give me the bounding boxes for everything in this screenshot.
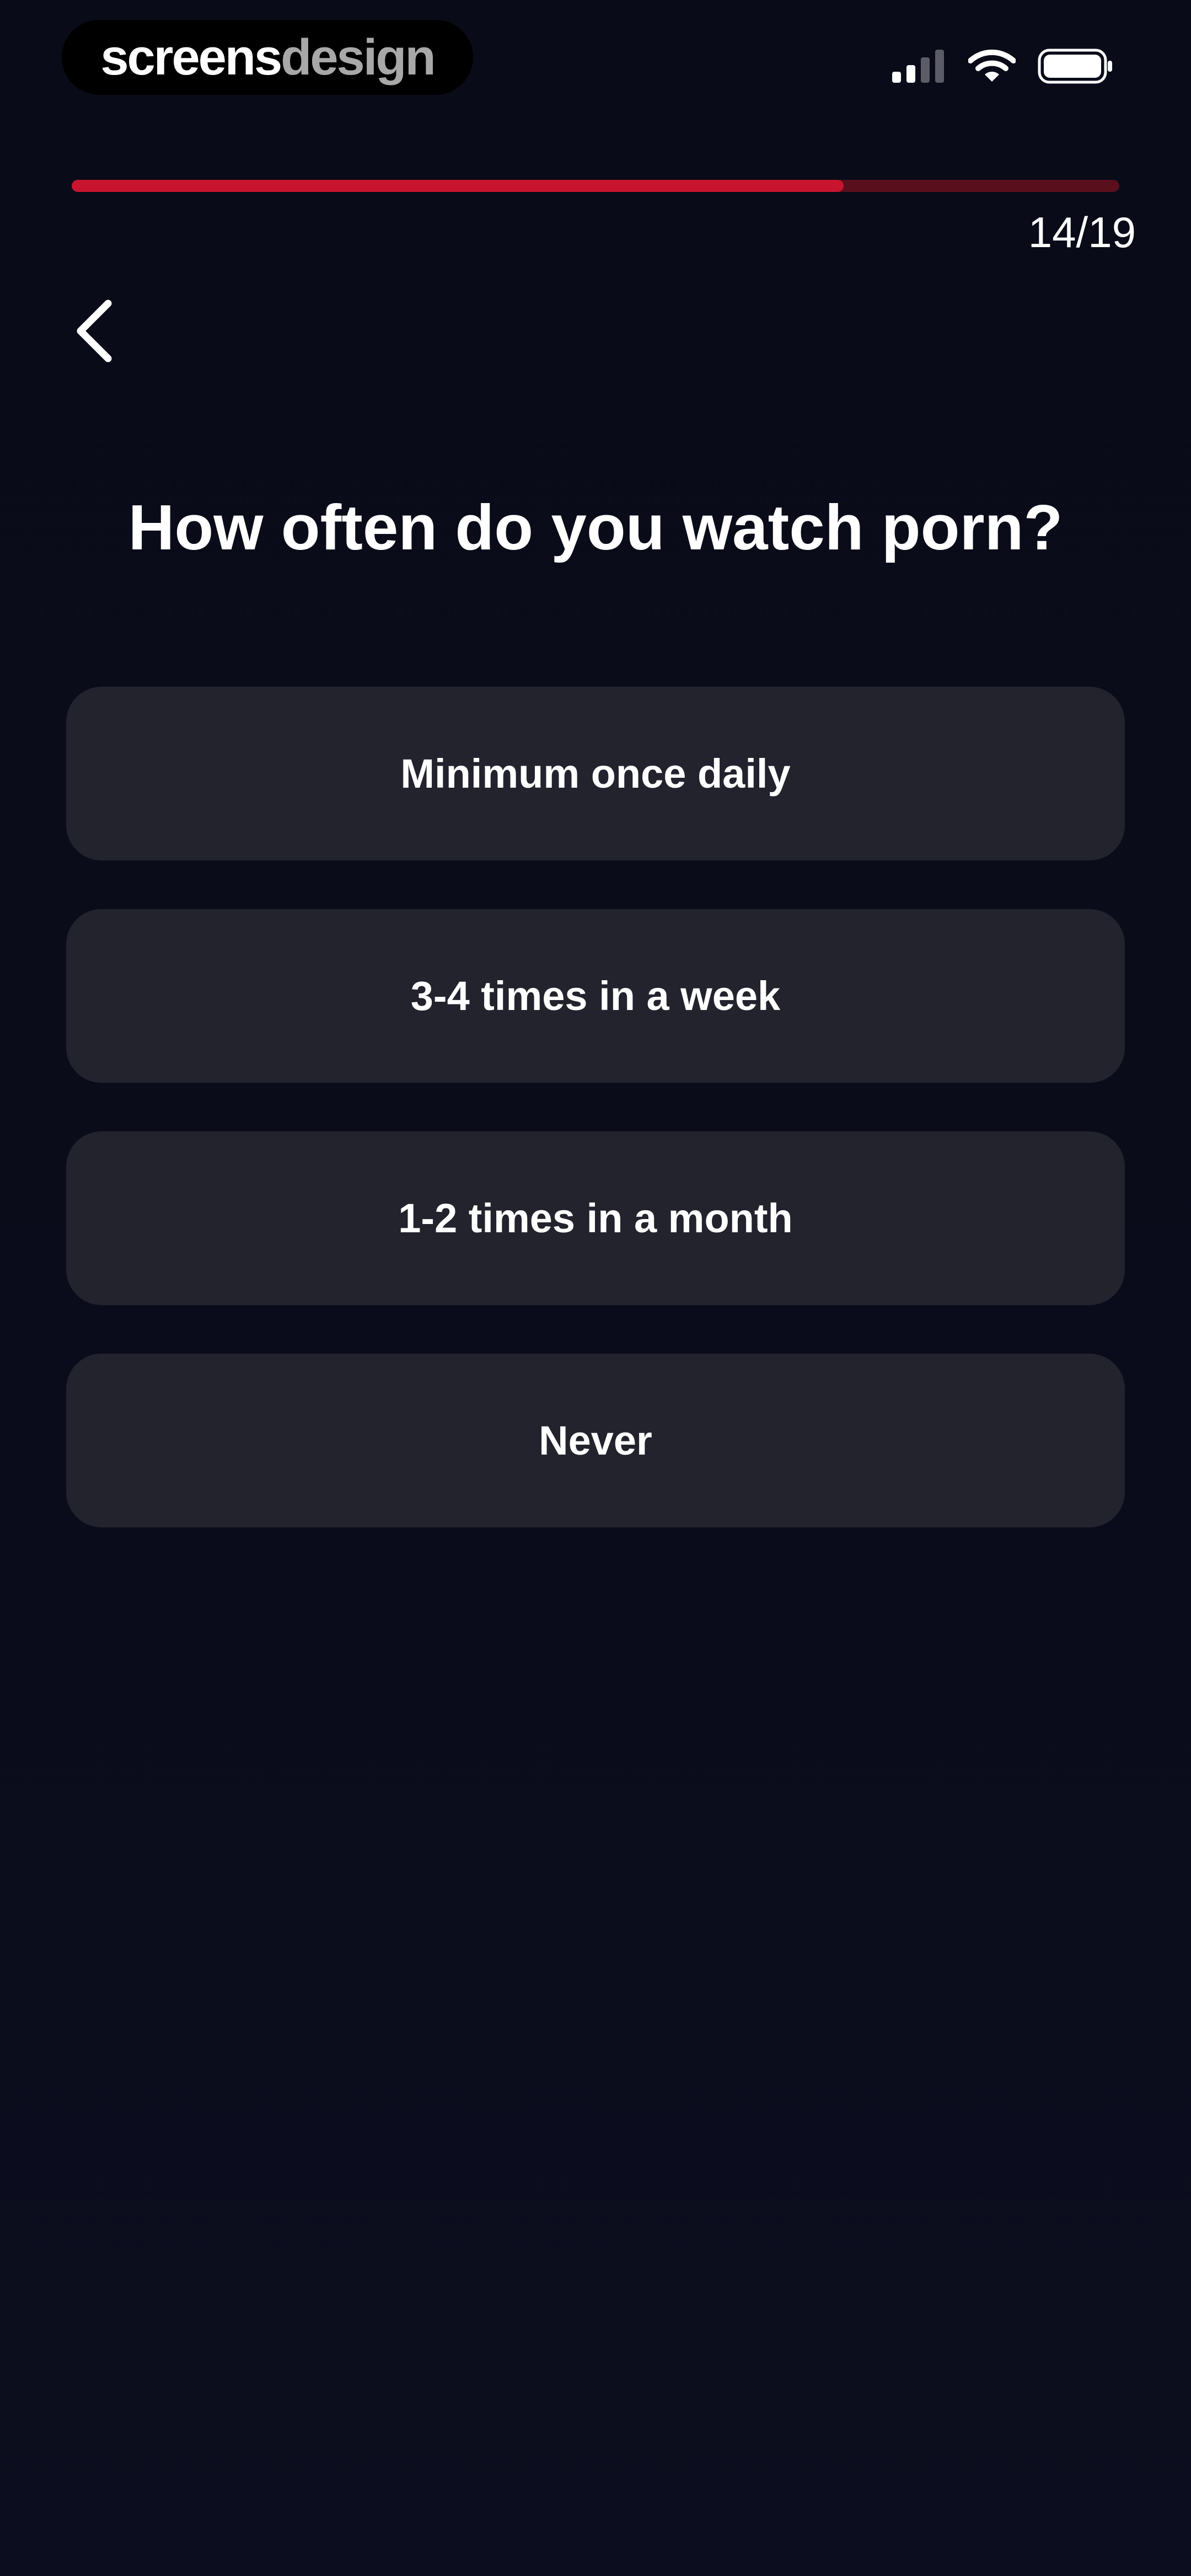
screensdesign-watermark: screens design [62,20,473,95]
chevron-left-icon [77,300,112,362]
signal-icon [892,50,944,83]
watermark-part-2: design [281,29,436,85]
onboarding-screen: screens design 14/19 How often do you wat… [0,0,1191,2576]
option-never[interactable]: Never [66,1354,1125,1527]
option-1-2-times-month[interactable]: 1-2 times in a month [66,1131,1125,1305]
option-3-4-times-week[interactable]: 3-4 times in a week [66,909,1125,1083]
progress-count: 14/19 [1028,208,1136,256]
question-title: How often do you watch porn? [128,491,1063,563]
option-minimum-once-daily[interactable]: Minimum once daily [66,687,1125,861]
answer-options: Minimum once daily 3-4 times in a week 1… [66,687,1125,1527]
watermark-part-1: screens [100,29,282,85]
wifi-icon [968,49,1016,82]
back-button[interactable] [72,287,160,375]
status-bar [891,46,1114,86]
progress-fill [72,180,844,192]
progress-bar [72,180,1119,192]
battery-icon [1038,49,1112,84]
